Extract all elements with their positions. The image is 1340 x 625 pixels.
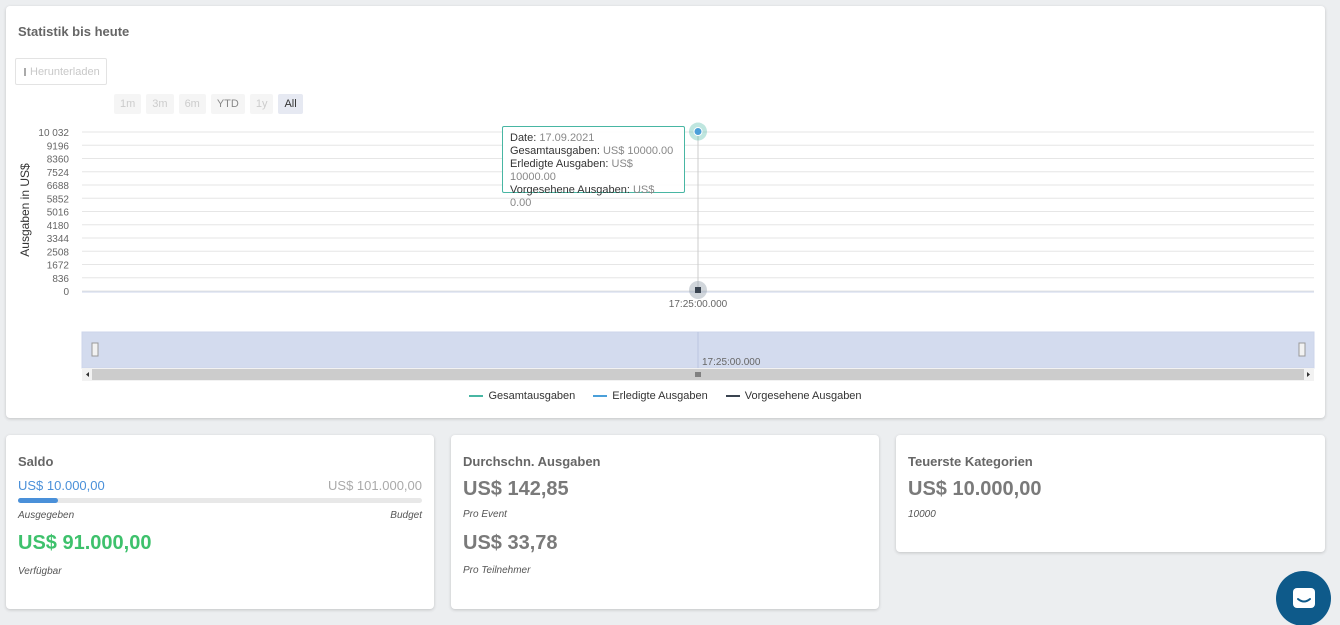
download-icon <box>24 67 26 76</box>
range-button-1y[interactable]: 1y <box>249 94 274 114</box>
saldo-budget-label: Budget <box>390 510 422 521</box>
legend-swatch <box>469 395 484 397</box>
saldo-available-value: US$ 91.000,00 <box>18 532 152 554</box>
legend-item[interactable]: Vorgesehene Ausgaben <box>725 390 862 402</box>
top-categories-card: Teuerste Kategorien US$ 10.000,00 10000 <box>896 435 1325 552</box>
statistics-card: Statistik bis heute Herunterladen 1m 3m 6m… <box>6 6 1325 418</box>
legend-swatch <box>593 395 608 397</box>
y-axis-title: Ausgaben in US$ <box>18 163 32 257</box>
tooltip-date-label: Date: <box>510 132 537 144</box>
navigator-handle-right <box>1298 342 1306 357</box>
navigator-label: 17:25:00.000 <box>702 357 761 368</box>
legend-label: Vorgesehene Ausgaben <box>744 390 862 402</box>
legend-item[interactable]: Erledigte Ausgaben <box>593 390 708 402</box>
statistics-title: Statistik bis heute <box>18 24 130 39</box>
legend-swatch <box>725 395 740 397</box>
per-event-label: Pro Event <box>463 509 507 520</box>
download-label: Herunterladen <box>30 65 100 78</box>
y-tick-label: 5016 <box>47 208 70 219</box>
chat-icon <box>1292 587 1315 608</box>
range-button-6m[interactable]: 6m <box>178 94 206 114</box>
tooltip-date-value: 17.09.2021 <box>539 132 595 144</box>
navigator-handle-left <box>91 342 99 357</box>
y-tick-label: 6688 <box>47 181 70 192</box>
tooltip-total-label: Gesamtausgaben: <box>510 145 600 157</box>
per-participant-value: US$ 33,78 <box>463 532 558 554</box>
range-button-ytd[interactable]: YTD <box>210 94 245 114</box>
x-tick-label: 17:25:00.000 <box>669 299 728 310</box>
saldo-card: Saldo US$ 10.000,00 US$ 101.000,00 Ausge… <box>6 435 434 609</box>
saldo-spent-value: US$ 10.000,00 <box>18 478 105 493</box>
saldo-title: Saldo <box>18 454 54 469</box>
per-event-value: US$ 142,85 <box>463 478 569 500</box>
y-tick-label: 9196 <box>47 141 70 152</box>
y-tick-label: 7524 <box>47 168 70 179</box>
point-vorgesehene-ausgaben <box>695 287 701 293</box>
tooltip-done-label: Erledigte Ausgaben: <box>510 158 609 170</box>
y-tick-label: 8360 <box>47 155 70 166</box>
saldo-progress-fill <box>18 498 58 503</box>
saldo-available-label: Verfügbar <box>18 566 62 577</box>
legend-label: Gesamtausgaben <box>488 390 576 402</box>
per-participant-label: Pro Teilnehmer <box>463 565 531 576</box>
y-tick-label: 836 <box>52 274 69 285</box>
saldo-budget-value: US$ 101.000,00 <box>328 478 422 493</box>
download-button[interactable]: Herunterladen <box>15 58 107 85</box>
chart-tooltip: Date: 17.09.2021 Gesamtausgaben: US$ 100… <box>502 126 685 209</box>
y-tick-label: 1672 <box>47 261 70 272</box>
range-button-3m[interactable]: 3m <box>146 94 174 114</box>
range-button-1m[interactable]: 1m <box>114 94 142 114</box>
y-tick-label: 3344 <box>47 234 70 245</box>
y-tick-label: 10 032 <box>38 128 69 139</box>
range-button-all[interactable]: All <box>278 94 303 114</box>
top-category-value: US$ 10.000,00 <box>908 478 1042 500</box>
y-tick-label: 5852 <box>47 194 70 205</box>
top-category-name: 10000 <box>908 509 936 520</box>
range-selector: 1m 3m 6m YTD 1y All <box>114 94 303 114</box>
legend-label: Erledigte Ausgaben <box>612 390 708 402</box>
y-tick-label: 4180 <box>47 221 70 232</box>
legend-item[interactable]: Gesamtausgaben <box>469 390 575 402</box>
tooltip-planned-label: Vorgesehene Ausgaben: <box>510 184 630 196</box>
saldo-spent-label: Ausgegeben <box>18 510 75 521</box>
point-gesamtausgaben <box>693 127 703 137</box>
chart-legend: Gesamtausgaben Erledigte Ausgaben Vorgeseh… <box>6 390 1325 402</box>
saldo-progress-bar <box>18 498 422 503</box>
y-tick-label: 0 <box>63 287 69 298</box>
chat-button[interactable] <box>1276 571 1331 625</box>
average-expenses-card: Durchschn. Ausgaben US$ 142,85 Pro Event… <box>451 435 879 609</box>
top-categories-title: Teuerste Kategorien <box>908 454 1033 469</box>
tooltip-total-value: US$ 10000.00 <box>602 145 674 157</box>
y-tick-label: 2508 <box>47 247 70 258</box>
average-expenses-title: Durchschn. Ausgaben <box>463 454 601 469</box>
